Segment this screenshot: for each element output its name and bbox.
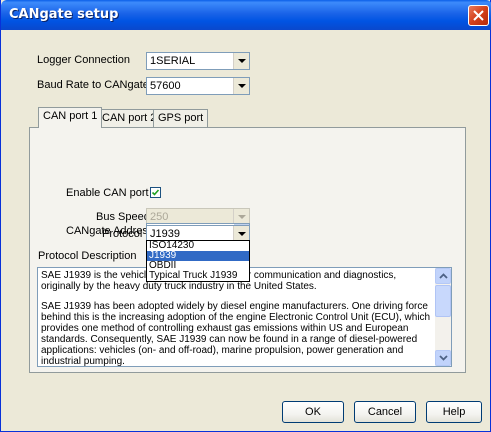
chevron-down-icon <box>439 355 448 361</box>
tab-can-port-1[interactable]: CAN port 1 <box>38 107 103 128</box>
close-icon <box>473 10 484 21</box>
title-bar[interactable]: CANgate setup <box>1 0 491 30</box>
cancel-button[interactable]: Cancel <box>354 401 416 423</box>
tab-label: CAN port 2 <box>102 112 157 124</box>
baud-rate-select[interactable]: 57600 <box>146 77 250 95</box>
chevron-down-icon[interactable] <box>233 53 249 69</box>
enable-can-port-label: Enable CAN port 1 <box>66 187 158 199</box>
checkmark-icon <box>151 189 160 196</box>
window-title: CANgate setup <box>9 7 119 22</box>
protocol-label: Protocol <box>102 228 143 240</box>
description-paragraph: SAE J1939 has been adopted widely by die… <box>41 301 431 367</box>
logger-connection-label: Logger Connection <box>37 54 130 66</box>
chevron-up-icon <box>439 273 448 279</box>
bus-speed-value: 250 <box>150 211 169 223</box>
protocol-description-textbox[interactable]: SAE J1939 is the vehicle bus standard us… <box>37 267 452 367</box>
logger-connection-value: 1SERIAL <box>150 55 196 67</box>
protocol-option[interactable]: Typical Truck J1939 <box>147 271 249 281</box>
close-button[interactable] <box>468 5 489 26</box>
enable-can-port-checkbox[interactable] <box>150 187 161 198</box>
ok-button[interactable]: OK <box>282 401 344 423</box>
tab-can-port-2[interactable]: CAN port 2 <box>97 109 162 127</box>
protocol-dropdown-list[interactable]: ISO14230 J1939 OBDII Typical Truck J1939 <box>146 240 250 282</box>
logger-connection-select[interactable]: 1SERIAL <box>146 52 250 70</box>
cangate-setup-dialog: CANgate setup Logger Connection 1SERIAL … <box>0 0 491 432</box>
baud-rate-label: Baud Rate to CANgate <box>37 79 149 91</box>
tab-gps-port[interactable]: GPS port <box>153 109 209 127</box>
tab-label: GPS port <box>158 112 204 124</box>
scroll-down-button[interactable] <box>435 350 451 366</box>
protocol-value: J1939 <box>150 228 180 240</box>
chevron-down-icon[interactable] <box>233 78 249 94</box>
protocol-description-text: SAE J1939 is the vehicle bus standard us… <box>41 270 435 367</box>
help-button[interactable]: Help <box>426 401 482 423</box>
scroll-thumb[interactable] <box>435 285 451 317</box>
description-scrollbar[interactable] <box>435 268 451 366</box>
tab-label: CAN port 1 <box>43 110 98 122</box>
bus-speed-label: Bus Speed <box>96 211 150 223</box>
baud-rate-value: 57600 <box>150 80 181 92</box>
scroll-up-button[interactable] <box>435 268 451 284</box>
protocol-description-label: Protocol Description <box>38 250 137 262</box>
